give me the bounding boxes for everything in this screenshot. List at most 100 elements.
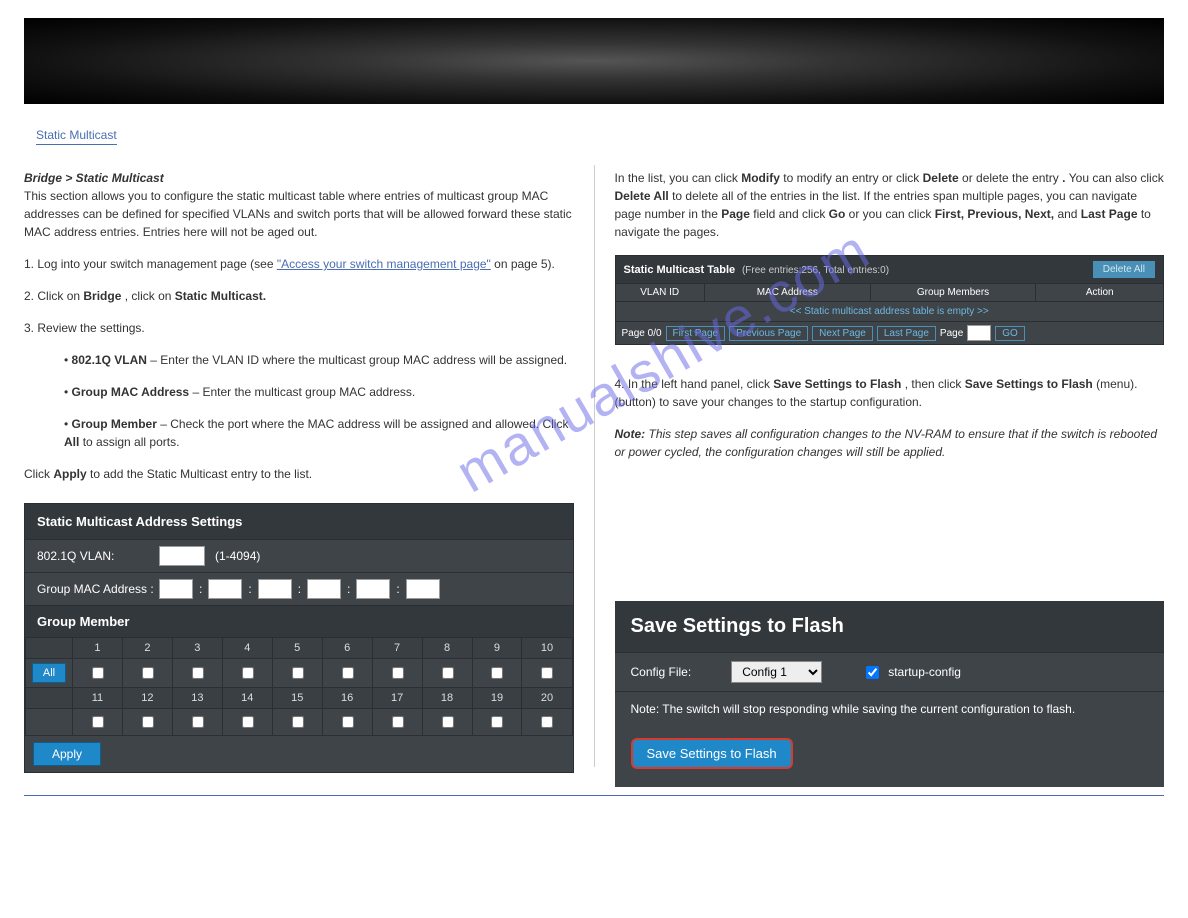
port-checkbox[interactable]: [491, 716, 503, 728]
next-page-button[interactable]: Next Page: [812, 326, 873, 341]
bullet-text: – Check the port where the MAC address w…: [160, 417, 568, 431]
last-page-button[interactable]: Last Page: [877, 326, 936, 341]
port-checkbox[interactable]: [92, 667, 104, 679]
emph: Page: [721, 207, 750, 221]
save-settings-button[interactable]: Save Settings to Flash: [631, 738, 793, 769]
step-number: 4.: [615, 377, 625, 391]
port-num: 20: [522, 688, 572, 709]
port-num: 16: [322, 688, 372, 709]
col-vlan-id: VLAN ID: [616, 284, 705, 301]
port-num: 5: [272, 638, 322, 659]
mac-octet-2[interactable]: [208, 579, 242, 599]
port-checkbox[interactable]: [491, 667, 503, 679]
port-num: 4: [222, 638, 272, 659]
step-2: 2. Click on Bridge , click on Static Mul…: [24, 287, 574, 305]
vlan-input[interactable]: [159, 546, 205, 566]
bullet-text: – Enter the multicast group MAC address.: [192, 385, 415, 399]
panel-title: Static Multicast Address Settings: [25, 504, 573, 539]
port-checkbox[interactable]: [92, 716, 104, 728]
apply-button[interactable]: Apply: [33, 742, 101, 766]
text: and: [1057, 207, 1080, 221]
page-input[interactable]: [967, 325, 991, 341]
emph: All: [64, 435, 79, 449]
port-num: 17: [372, 688, 422, 709]
step-text: Review the settings.: [37, 321, 144, 335]
bullet-label: 802.1Q VLAN: [72, 353, 147, 367]
startup-config-option[interactable]: startup-config: [862, 663, 961, 682]
manual-link[interactable]: "Access your switch management page": [277, 257, 491, 271]
emph: Delete All: [615, 189, 669, 203]
vlan-range: (1-4094): [215, 549, 260, 563]
port-checkbox[interactable]: [142, 716, 154, 728]
port-num: 7: [372, 638, 422, 659]
step-text-after: on page 5).: [494, 257, 555, 271]
port-num: 15: [272, 688, 322, 709]
section-heading: Static Multicast: [36, 128, 117, 145]
col-group-members: Group Members: [871, 284, 1037, 301]
port-checkbox[interactable]: [292, 667, 304, 679]
col-mac: MAC Address: [705, 284, 871, 301]
config-file-select[interactable]: Config 1: [731, 661, 822, 683]
header-banner: [24, 18, 1164, 104]
startup-config-checkbox[interactable]: [866, 666, 879, 679]
text: Click: [24, 467, 53, 481]
bullet-text: to assign all ports.: [83, 435, 180, 449]
bottom-rule: [24, 795, 1164, 796]
port-checkbox[interactable]: [342, 667, 354, 679]
text: In the list, you can click: [615, 171, 742, 185]
bullet-mac: • Group MAC Address – Enter the multicas…: [64, 383, 574, 401]
mac-octet-1[interactable]: [159, 579, 193, 599]
mac-row: Group MAC Address : : : : : :: [25, 572, 573, 605]
port-num: 12: [122, 688, 172, 709]
text: You can also click: [1069, 171, 1164, 185]
page-label: Page: [940, 328, 963, 339]
port-checkbox[interactable]: [292, 716, 304, 728]
previous-page-button[interactable]: Previous Page: [729, 326, 808, 341]
mac-octet-4[interactable]: [307, 579, 341, 599]
vlan-label: 802.1Q VLAN:: [37, 549, 157, 563]
emph: Save Settings to Flash: [773, 377, 901, 391]
port-checkbox[interactable]: [392, 667, 404, 679]
port-checkbox[interactable]: [242, 716, 254, 728]
go-button[interactable]: GO: [995, 326, 1025, 341]
port-num: 11: [73, 688, 123, 709]
emph: Delete: [923, 171, 959, 185]
port-checkbox[interactable]: [342, 716, 354, 728]
port-num: 19: [472, 688, 522, 709]
table-title: Static Multicast Table: [624, 264, 736, 276]
port-num: 6: [322, 638, 372, 659]
port-num: 8: [422, 638, 472, 659]
save-to-flash-panel: Save Settings to Flash Config File: Conf…: [615, 601, 1165, 787]
text: or you can click: [849, 207, 935, 221]
all-button[interactable]: All: [32, 663, 66, 683]
flash-panel-heading: Save Settings to Flash: [615, 601, 1165, 652]
text: , then click: [905, 377, 965, 391]
first-page-button[interactable]: First Page: [666, 326, 726, 341]
text: or delete the entry: [962, 171, 1059, 185]
bullet-label: Group Member: [72, 417, 157, 431]
mac-octet-3[interactable]: [258, 579, 292, 599]
mac-octet-5[interactable]: [356, 579, 390, 599]
flash-note-paragraph: Note: This step saves all configuration …: [615, 425, 1165, 461]
port-checkbox[interactable]: [142, 667, 154, 679]
intro-paragraph: Bridge > Static Multicast This section a…: [24, 169, 574, 241]
port-checkbox[interactable]: [192, 716, 204, 728]
port-checkbox[interactable]: [242, 667, 254, 679]
port-checkbox[interactable]: [192, 667, 204, 679]
port-checkbox[interactable]: [392, 716, 404, 728]
port-checkbox[interactable]: [442, 667, 454, 679]
port-checkbox[interactable]: [442, 716, 454, 728]
port-num: 18: [422, 688, 472, 709]
port-num: 9: [472, 638, 522, 659]
port-num: 10: [522, 638, 572, 659]
step-text: , click on: [125, 289, 175, 303]
apply-instruction: Click Apply to add the Static Multicast …: [24, 465, 574, 483]
mac-octet-6[interactable]: [406, 579, 440, 599]
delete-all-button[interactable]: Delete All: [1093, 261, 1155, 278]
port-checkbox[interactable]: [541, 667, 553, 679]
emph: Last Page: [1081, 207, 1138, 221]
port-num: 3: [172, 638, 222, 659]
mac-label: Group MAC Address :: [37, 582, 157, 596]
port-num: 13: [172, 688, 222, 709]
port-checkbox[interactable]: [541, 716, 553, 728]
